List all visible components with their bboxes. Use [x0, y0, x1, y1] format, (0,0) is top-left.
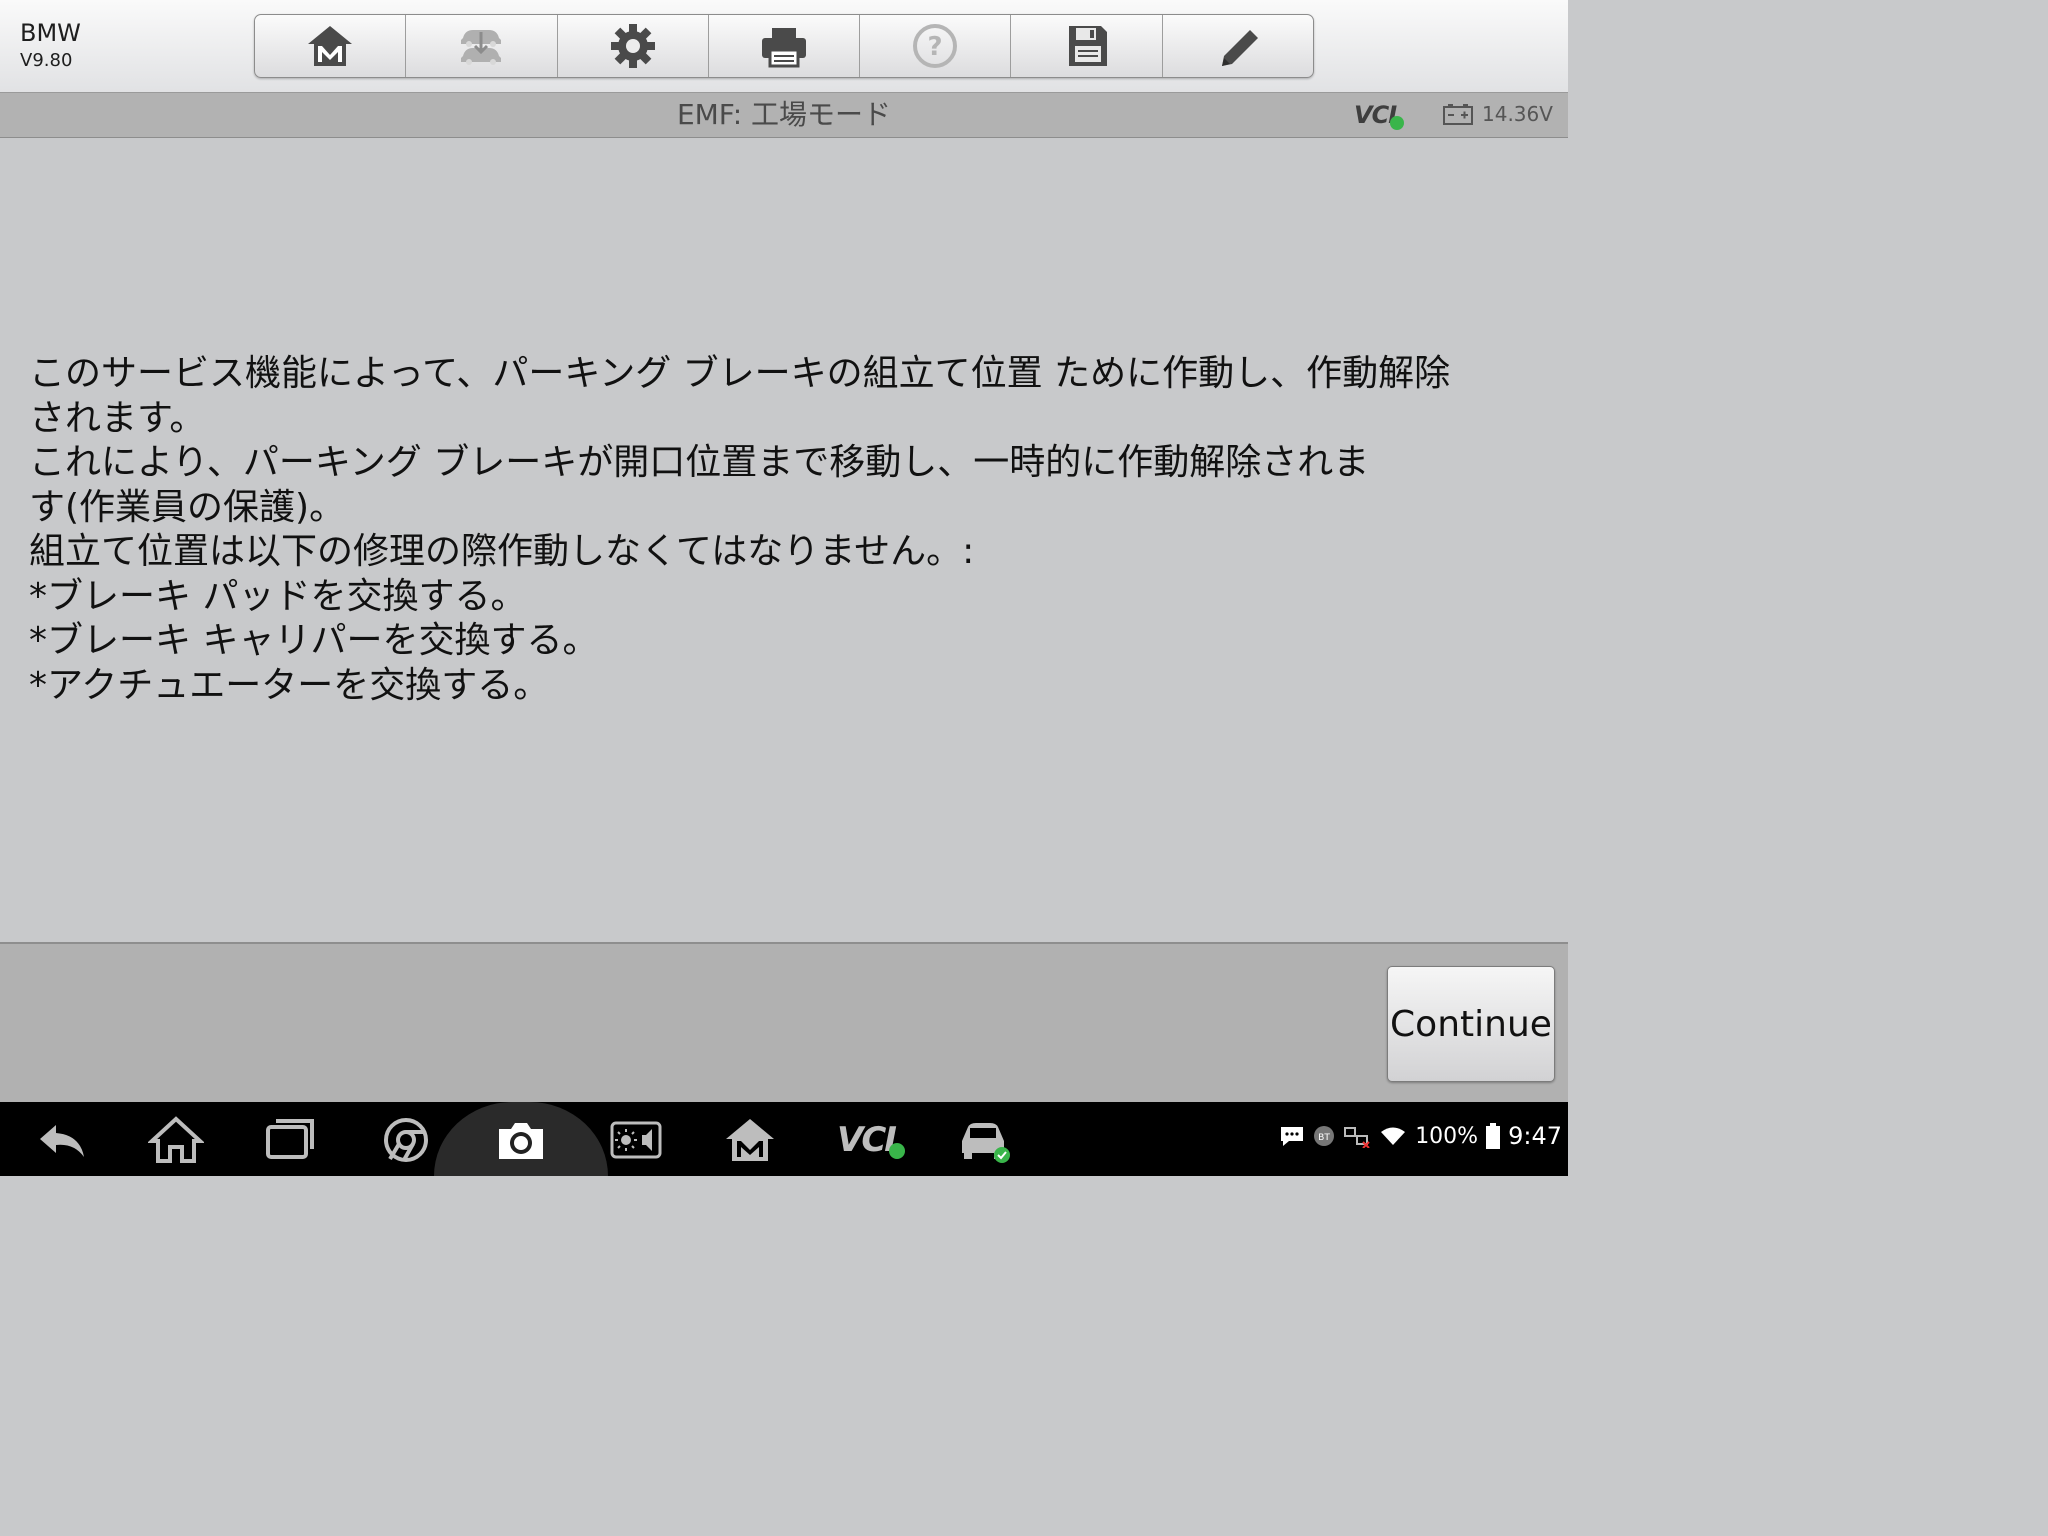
recent-apps-button[interactable]	[252, 1110, 328, 1170]
battery-voltage: 14.36V	[1482, 102, 1553, 126]
print-icon	[761, 28, 806, 68]
recent-apps-icon	[266, 1119, 314, 1159]
svg-text:BT: BT	[1318, 1133, 1330, 1143]
instruction-line: されます。	[29, 397, 206, 439]
vci-ok-check-icon	[888, 1143, 905, 1159]
continue-button[interactable]: Continue	[1387, 966, 1555, 1082]
brand-name: BMW	[20, 19, 81, 47]
instruction-line: す(作業員の保護)。	[29, 486, 346, 528]
print-button[interactable]	[709, 15, 861, 77]
instruction-line: これにより、パーキング ブレーキが開口位置まで移動し、一時的に作動解除されま	[29, 442, 1370, 483]
save-button[interactable]	[1011, 15, 1163, 77]
car-battery-icon	[1443, 104, 1473, 125]
bluetooth-icon: BT	[1314, 1126, 1335, 1146]
chrome-button[interactable]	[368, 1110, 444, 1170]
main-toolbar: ?	[254, 14, 1314, 78]
battery-status: 14.36V	[1442, 102, 1553, 126]
message-icon	[1281, 1127, 1304, 1146]
app-version: V9.80	[20, 50, 73, 71]
edit-button[interactable]	[1163, 15, 1313, 77]
instruction-text: このサービス機能によって、パーキング ブレーキの組立て位置 ために作動し、作動解…	[29, 352, 1549, 708]
instruction-line: *ブレーキ パッドを交換する。	[29, 575, 527, 617]
car-connected-icon	[962, 1123, 1010, 1163]
vehicle-swap-button[interactable]	[406, 15, 558, 77]
home-nav-button[interactable]	[138, 1110, 214, 1170]
chrome-icon	[384, 1118, 428, 1162]
save-icon	[1068, 26, 1107, 66]
status-tray: BT 100% 9:47	[1279, 1122, 1562, 1150]
battery-icon	[1486, 1123, 1501, 1149]
vci-manager-button[interactable]: VCI	[826, 1110, 916, 1170]
page-title: EMF: 工場モード	[676, 98, 892, 131]
edit-pencil-icon	[1221, 30, 1258, 66]
system-nav-bar: VCI BT 100% 9:47	[0, 1102, 1568, 1176]
vehicle-connection-button[interactable]	[944, 1110, 1020, 1170]
wifi-icon	[1381, 1127, 1406, 1145]
title-bar: EMF: 工場モード VCI 14.36V	[0, 93, 1568, 138]
brand: BMW V9.80	[20, 18, 81, 74]
brightness-volume-icon	[610, 1121, 662, 1159]
home-m-icon	[308, 26, 353, 66]
display-sound-button[interactable]	[598, 1110, 674, 1170]
maxisys-home-button[interactable]	[712, 1110, 788, 1170]
instruction-line: このサービス機能によって、パーキング ブレーキの組立て位置 ために作動し、作動解…	[29, 353, 1451, 394]
home-m-icon	[726, 1119, 774, 1161]
home-icon	[148, 1116, 204, 1163]
help-icon: ?	[913, 24, 958, 68]
top-bar: BMW V9.80 ?	[0, 0, 1568, 93]
vci-status: VCI	[1354, 101, 1410, 130]
battery-percent: 100%	[1415, 1123, 1479, 1149]
instruction-line: *アクチュエーターを交換する。	[29, 664, 550, 706]
svg-text:?: ?	[928, 32, 943, 62]
vehicle-swap-icon	[461, 30, 502, 65]
clock: 9:47	[1508, 1122, 1562, 1150]
back-icon	[40, 1125, 84, 1157]
settings-gear-icon	[610, 24, 655, 68]
content-area: このサービス機能によって、パーキング ブレーキの組立て位置 ために作動し、作動解…	[0, 138, 1568, 942]
help-button[interactable]: ?	[860, 15, 1012, 77]
home-button[interactable]	[255, 15, 407, 77]
vci-nav-label: VCI	[837, 1120, 897, 1160]
settings-button[interactable]	[558, 15, 709, 77]
network-disconnected-icon	[1344, 1127, 1370, 1148]
back-button[interactable]	[24, 1110, 100, 1170]
instruction-line: *ブレーキ キャリパーを交換する。	[29, 620, 599, 661]
action-bar: Continue	[0, 942, 1568, 1104]
screenshot-button[interactable]	[483, 1110, 559, 1170]
instruction-line: 組立て位置は以下の修理の際作動しなくてはなりません。:	[29, 531, 975, 572]
vci-connected-check-icon	[1390, 116, 1405, 130]
camera-icon	[499, 1123, 543, 1159]
